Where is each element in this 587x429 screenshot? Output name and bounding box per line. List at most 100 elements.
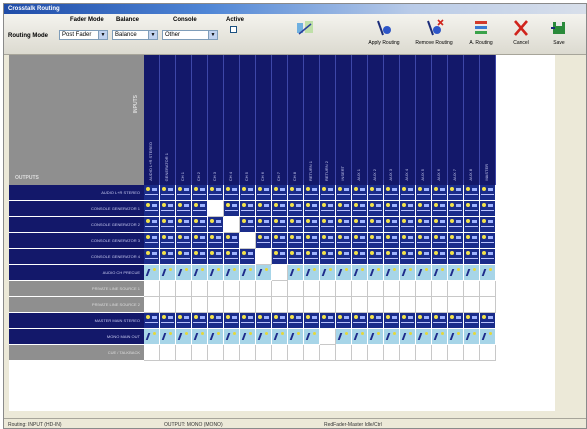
route-cell[interactable] (176, 185, 192, 201)
empty-cell[interactable] (432, 297, 448, 313)
empty-cell[interactable] (240, 281, 256, 297)
route-cell[interactable] (208, 233, 224, 249)
route-cell[interactable] (144, 217, 160, 233)
link-cell[interactable] (432, 265, 448, 281)
route-cell[interactable] (208, 249, 224, 265)
console-select[interactable]: Other ▼ (162, 30, 218, 40)
link-cell[interactable] (464, 265, 480, 281)
route-cell[interactable] (432, 313, 448, 329)
chevron-down-icon[interactable]: ▼ (208, 31, 217, 39)
empty-cell[interactable] (336, 281, 352, 297)
route-cell[interactable] (224, 233, 240, 249)
route-cell[interactable] (480, 185, 496, 201)
empty-cell[interactable] (240, 297, 256, 313)
route-cell[interactable] (416, 185, 432, 201)
column-header[interactable]: AUDIO L+R STEREO (144, 55, 160, 185)
route-cell[interactable] (272, 249, 288, 265)
route-cell[interactable] (272, 201, 288, 217)
route-cell[interactable] (448, 217, 464, 233)
empty-cell[interactable] (352, 281, 368, 297)
route-cell[interactable] (272, 313, 288, 329)
link-cell[interactable] (192, 265, 208, 281)
row-header[interactable]: CUE / TALKBACK (9, 345, 144, 361)
link-cell[interactable] (384, 329, 400, 345)
empty-cell[interactable] (224, 217, 240, 233)
route-cell[interactable] (384, 249, 400, 265)
link-cell[interactable] (240, 329, 256, 345)
route-cell[interactable] (192, 233, 208, 249)
empty-cell[interactable] (416, 345, 432, 361)
route-cell[interactable] (208, 217, 224, 233)
empty-cell[interactable] (320, 329, 336, 345)
empty-cell[interactable] (320, 345, 336, 361)
route-cell[interactable] (272, 185, 288, 201)
link-cell[interactable] (304, 329, 320, 345)
link-cell[interactable] (208, 329, 224, 345)
empty-cell[interactable] (272, 281, 288, 297)
empty-cell[interactable] (480, 281, 496, 297)
route-cell[interactable] (464, 313, 480, 329)
route-cell[interactable] (320, 201, 336, 217)
route-cell[interactable] (176, 233, 192, 249)
empty-cell[interactable] (288, 281, 304, 297)
route-cell[interactable] (192, 185, 208, 201)
route-cell[interactable] (320, 233, 336, 249)
cancel-button[interactable]: Cancel (506, 16, 536, 52)
route-cell[interactable] (464, 233, 480, 249)
route-cell[interactable] (448, 201, 464, 217)
route-cell[interactable] (464, 249, 480, 265)
empty-cell[interactable] (144, 281, 160, 297)
empty-cell[interactable] (368, 297, 384, 313)
route-cell[interactable] (224, 185, 240, 201)
column-header[interactable]: CH 4 (224, 55, 240, 185)
empty-cell[interactable] (464, 345, 480, 361)
route-cell[interactable] (400, 233, 416, 249)
route-cell[interactable] (464, 201, 480, 217)
row-header[interactable]: AUDIO CH PRECUE (9, 265, 144, 281)
link-cell[interactable] (480, 265, 496, 281)
route-cell[interactable] (304, 233, 320, 249)
route-cell[interactable] (416, 217, 432, 233)
route-cell[interactable] (400, 217, 416, 233)
route-cell[interactable] (272, 217, 288, 233)
column-header[interactable]: CH 1 (176, 55, 192, 185)
empty-cell[interactable] (256, 345, 272, 361)
link-cell[interactable] (352, 329, 368, 345)
route-cell[interactable] (336, 201, 352, 217)
empty-cell[interactable] (160, 281, 176, 297)
empty-cell[interactable] (416, 297, 432, 313)
route-cell[interactable] (432, 249, 448, 265)
link-cell[interactable] (368, 265, 384, 281)
route-cell[interactable] (480, 233, 496, 249)
row-header[interactable]: PRIVATE LINE SOURCE 1 (9, 281, 144, 297)
route-cell[interactable] (464, 217, 480, 233)
column-header[interactable]: CH 7 (272, 55, 288, 185)
route-cell[interactable] (240, 201, 256, 217)
link-cell[interactable] (288, 265, 304, 281)
empty-cell[interactable] (320, 281, 336, 297)
route-cell[interactable] (352, 185, 368, 201)
empty-cell[interactable] (192, 297, 208, 313)
route-cell[interactable] (448, 233, 464, 249)
route-cell[interactable] (432, 185, 448, 201)
route-cell[interactable] (240, 217, 256, 233)
empty-cell[interactable] (160, 345, 176, 361)
route-cell[interactable] (240, 249, 256, 265)
link-cell[interactable] (272, 329, 288, 345)
route-cell[interactable] (336, 217, 352, 233)
route-cell[interactable] (336, 313, 352, 329)
route-cell[interactable] (368, 249, 384, 265)
empty-cell[interactable] (336, 345, 352, 361)
route-cell[interactable] (320, 249, 336, 265)
empty-cell[interactable] (208, 201, 224, 217)
row-header[interactable]: AUDIO L+R STEREO (9, 185, 144, 201)
route-cell[interactable] (176, 217, 192, 233)
empty-cell[interactable] (384, 281, 400, 297)
route-cell[interactable] (176, 249, 192, 265)
link-cell[interactable] (144, 329, 160, 345)
empty-cell[interactable] (352, 297, 368, 313)
route-cell[interactable] (176, 201, 192, 217)
column-header[interactable]: AUX 4 (400, 55, 416, 185)
empty-cell[interactable] (288, 345, 304, 361)
link-cell[interactable] (288, 329, 304, 345)
